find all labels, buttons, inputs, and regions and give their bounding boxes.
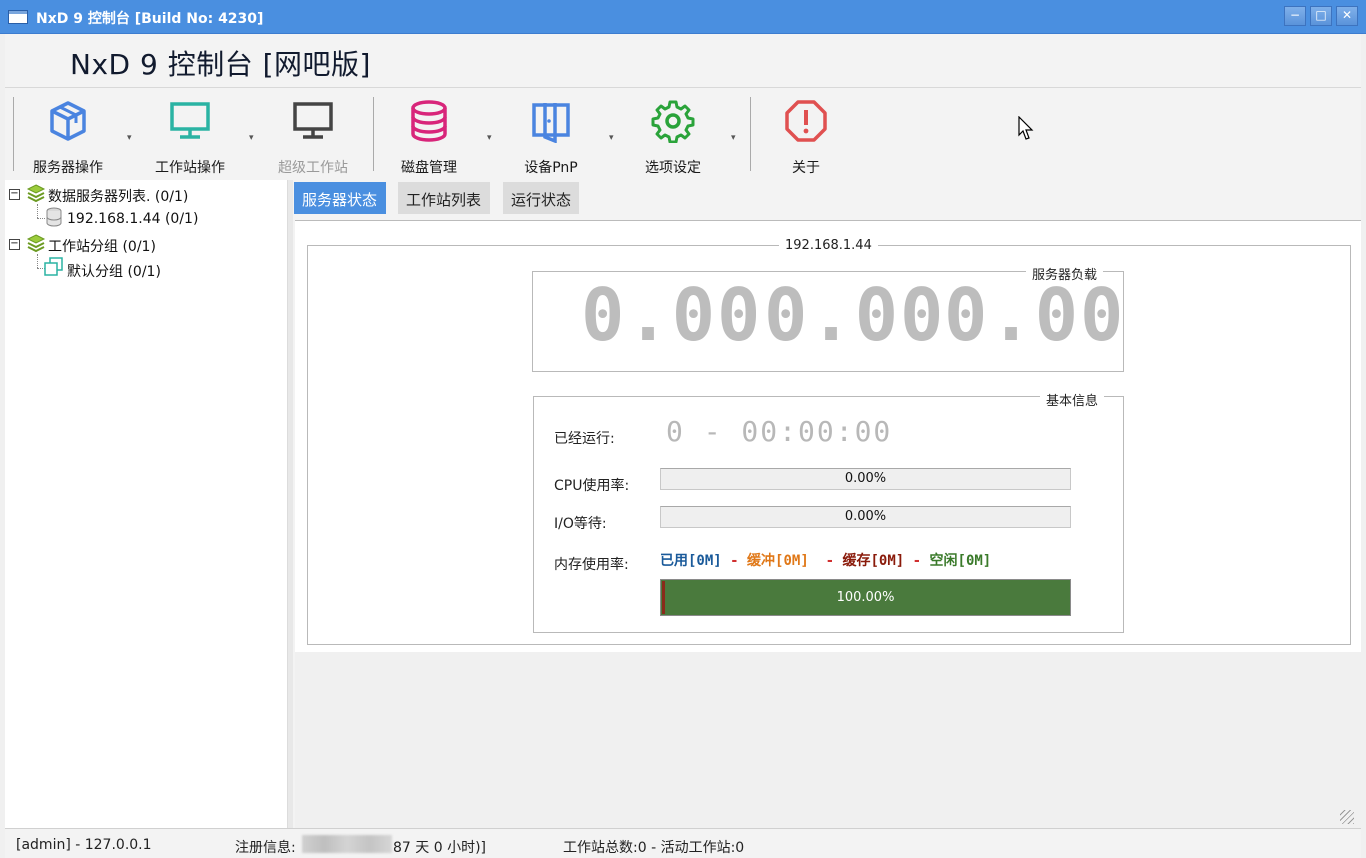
window-titlebar: NxD 9 控制台 [Build No: 4230] − □ ✕	[0, 0, 1366, 34]
tree-server-node[interactable]: 192.168.1.44 (0/1)	[67, 211, 198, 227]
cpu-value: 0.00%	[844, 471, 887, 486]
basic-info-title: 基本信息	[1040, 390, 1105, 409]
toolbar-label: 工作站操作	[155, 160, 225, 176]
mem-buffer: 缓冲[0M]	[747, 553, 809, 569]
toolbar-label: 服务器操作	[33, 160, 103, 176]
about-button[interactable]: 关于	[751, 89, 861, 179]
device-pnp-dropdown[interactable]: ▾	[609, 133, 614, 143]
load-15min: 0.00	[944, 273, 1126, 357]
status-reg-label: 注册信息:	[235, 840, 296, 856]
server-status-panel: 192.168.1.44 服务器负载 0.00 0.00 0.00 基本信息 已…	[295, 220, 1361, 652]
tree-default-group[interactable]: 默认分组 (0/1)	[67, 261, 161, 281]
layers-icon	[26, 234, 46, 253]
uptime-value: 0 - 00:00:00	[666, 415, 893, 448]
registration-redacted	[302, 835, 392, 853]
header: NxD 9 控制台 [网吧版]	[5, 34, 1361, 88]
super-workstation-button[interactable]: 超级工作站	[258, 89, 368, 179]
mem-separator: -	[825, 553, 835, 569]
gear-icon	[651, 100, 695, 143]
mem-used: 已用[0M]	[660, 553, 722, 569]
memory-label: 内存使用率:	[554, 557, 629, 573]
collapse-toggle[interactable]: −	[9, 239, 20, 250]
server-tree[interactable]: − 数据服务器列表. (0/1) 192.168.1.44 (0/1) − 工作…	[5, 180, 288, 828]
tree-workstation-groups[interactable]: 工作站分组 (0/1)	[48, 236, 156, 256]
status-bar: [admin] - 127.0.0.1 注册信息: 87 天 0 小时)] 工作…	[5, 828, 1361, 858]
tree-connector	[37, 218, 45, 219]
mem-free: 空闲[0M]	[929, 553, 992, 569]
device-pnp-button[interactable]: 设备PnP	[496, 89, 606, 179]
toolbar-label: 选项设定	[645, 160, 701, 176]
main-window: NxD 9 控制台 [网吧版] 服务器操作 ▾ 工作站操作 ▾ 超级工作站 磁盘…	[5, 34, 1361, 858]
io-value: 0.00%	[844, 509, 887, 524]
tree-connector	[37, 254, 38, 268]
app-title: NxD 9 控制台 [网吧版]	[70, 48, 371, 81]
database-node-icon	[46, 207, 62, 227]
memory-value: 100.00%	[836, 590, 895, 605]
tab-run-status[interactable]: 运行状态	[503, 182, 579, 214]
tree-connector	[37, 204, 38, 218]
toolbar-label: 设备PnP	[524, 160, 578, 176]
mouse-pointer-icon	[1018, 116, 1034, 140]
server-cube-icon	[50, 101, 86, 141]
tree-server-list[interactable]: 数据服务器列表. (0/1)	[48, 186, 188, 206]
database-icon	[411, 100, 447, 142]
workstation-ops-button[interactable]: 工作站操作	[135, 89, 245, 179]
cpu-label: CPU使用率:	[554, 478, 630, 494]
status-user: [admin] - 127.0.0.1	[16, 837, 152, 853]
options-button[interactable]: 选项设定	[618, 89, 728, 179]
tab-workstation-list[interactable]: 工作站列表	[398, 182, 490, 214]
resize-grip[interactable]	[1340, 810, 1354, 824]
status-workstations: 工作站总数:0 - 活动工作站:0	[563, 840, 745, 856]
content-area: 192.168.1.44 服务器负载 0.00 0.00 0.00 基本信息 已…	[295, 220, 1361, 828]
options-dropdown[interactable]: ▾	[731, 133, 736, 143]
server-ip: 192.168.1.44	[779, 238, 878, 253]
cpu-progress-bar: 0.00%	[660, 468, 1071, 490]
workstation-ops-dropdown[interactable]: ▾	[249, 133, 254, 143]
disk-management-button[interactable]: 磁盘管理	[374, 89, 484, 179]
server-ops-dropdown[interactable]: ▾	[127, 133, 132, 143]
toolbar-label: 关于	[792, 160, 820, 176]
memory-legend: 已用[0M] - 缓冲[0M] - 缓存[0M] - 空闲[0M]	[660, 550, 991, 570]
io-progress-bar: 0.00%	[660, 506, 1071, 528]
mem-separator: -	[912, 553, 922, 569]
sidebar-splitter[interactable]	[288, 180, 293, 828]
close-button[interactable]: ✕	[1336, 6, 1358, 26]
monitor-disabled-icon	[293, 102, 333, 139]
maximize-button[interactable]: □	[1310, 6, 1332, 26]
minimize-button[interactable]: −	[1284, 6, 1306, 26]
status-reg-suffix: 87 天 0 小时)]	[393, 840, 486, 856]
load-5min: 0.00	[764, 273, 946, 357]
server-ops-button[interactable]: 服务器操作	[13, 89, 123, 179]
collapse-toggle[interactable]: −	[9, 189, 20, 200]
toolbar: 服务器操作 ▾ 工作站操作 ▾ 超级工作站 磁盘管理 ▾ 设备PnP ▾ 选项设…	[5, 89, 1361, 181]
app-window-icon	[8, 10, 28, 24]
load-1min: 0.00	[581, 273, 763, 357]
memory-progress-bar: 100.00%	[660, 579, 1071, 616]
mem-separator: -	[730, 553, 739, 569]
device-icon	[532, 103, 570, 143]
toolbar-label: 超级工作站	[278, 160, 348, 176]
uptime-label: 已经运行:	[554, 431, 615, 447]
window-title: NxD 9 控制台 [Build No: 4230]	[36, 11, 264, 27]
disk-management-dropdown[interactable]: ▾	[487, 133, 492, 143]
io-label: I/O等待:	[554, 516, 607, 532]
toolbar-label: 磁盘管理	[401, 160, 457, 176]
monitor-icon	[170, 102, 210, 139]
mem-cache: 缓存[0M]	[842, 553, 905, 569]
group-icon	[44, 257, 63, 276]
tab-server-status[interactable]: 服务器状态	[294, 182, 386, 214]
alert-icon	[785, 100, 827, 142]
layers-icon	[26, 184, 46, 203]
